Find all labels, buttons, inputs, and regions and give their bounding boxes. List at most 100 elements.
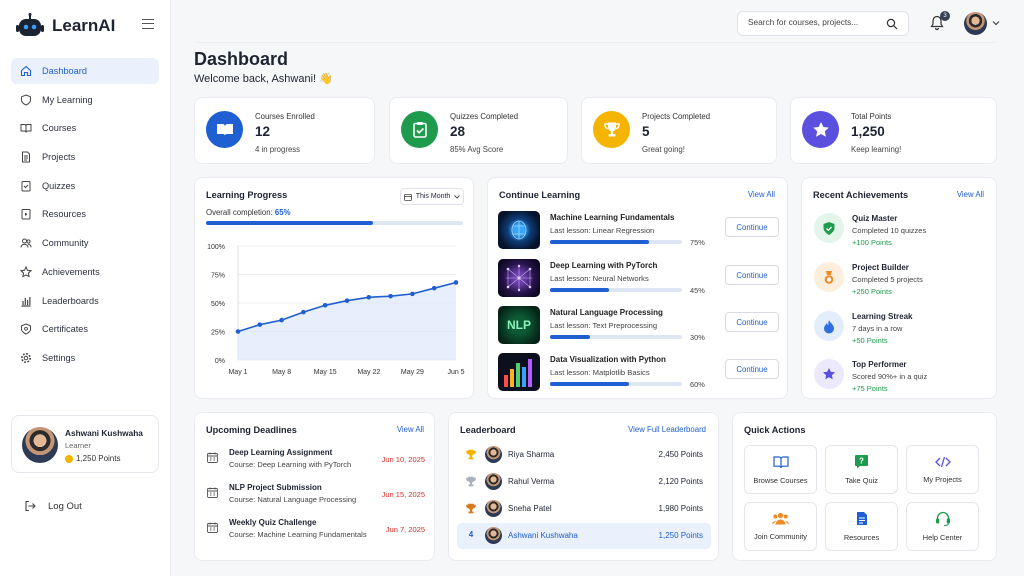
leaderboard-name: Rahul Verma [508,477,555,486]
quick-action-join-community[interactable]: Join Community [744,502,817,551]
achievement-title: Top Performer [852,360,907,369]
sidebar-item-my-learning[interactable]: My Learning [11,87,159,113]
sidebar-item-leaderboards[interactable]: Leaderboards [11,288,159,314]
header-divider [196,42,996,43]
star-icon [802,111,839,148]
achievement-desc: Scored 90%+ in a quiz [852,372,928,381]
search-icon[interactable] [886,18,898,30]
sidebar-item-projects[interactable]: Projects [11,144,159,170]
course-row[interactable]: Deep Learning with PyTorch Last lesson: … [498,259,779,297]
stat-card-points[interactable]: Total Points 1,250 Keep learning! [790,97,997,164]
logout-button[interactable]: Log Out [24,500,82,512]
sidebar-user-card[interactable]: Ashwani Kushwaha Learner 1,250 Points [11,415,159,473]
stat-card-quizzes[interactable]: Quizzes Completed 28 85% Avg Score [389,97,568,164]
chevron-down-icon[interactable] [992,20,1000,26]
chart-data-point [431,285,437,291]
quick-action-my-projects[interactable]: My Projects [906,445,979,494]
course-title: Machine Learning Fundamentals [550,213,675,222]
chart-data-point [453,280,459,285]
brand[interactable]: LearnAI [16,13,115,39]
quick-action-resources[interactable]: Resources [825,502,898,551]
coin-icon [65,454,73,463]
achievement-item[interactable]: Project Builder Completed 5 projects +25… [814,262,984,298]
deadline-course: Course: Deep Learning with PyTorch [229,460,352,469]
profile-avatar[interactable] [964,12,987,35]
course-progress-percent: 75% [690,238,705,247]
course-progress-fill [550,335,590,339]
robot-logo-icon [16,13,44,36]
leaderboard-row-current-user[interactable]: 4 Ashwani Kushwaha 1,250 Points [457,523,711,549]
sidebar-item-resources[interactable]: Resources [11,201,159,227]
sidebar-item-dashboard[interactable]: Dashboard [11,58,159,84]
course-lesson: Last lesson: Neural Networks [550,274,649,283]
sidebar-item-label: Projects [42,152,76,163]
chart-data-point [257,322,263,327]
achievement-desc: 7 days in a row [852,324,903,333]
view-all-link[interactable]: View All [957,190,984,199]
course-title: Deep Learning with PyTorch [550,261,658,270]
continue-button[interactable]: Continue [725,265,779,285]
book-icon [772,455,789,468]
achievement-item[interactable]: Quiz Master Completed 10 quizzes +100 Po… [814,213,984,249]
continue-button[interactable]: Continue [725,359,779,379]
stat-sub: Great going! [642,145,685,154]
sidebar-item-settings[interactable]: Settings [11,345,159,371]
course-progress-bar [550,288,682,292]
leaderboard-points: 1,980 Points [658,504,703,513]
sidebar-item-quizzes[interactable]: Quizzes [11,173,159,199]
leaderboard-row[interactable]: Riya Sharma 2,450 Points [457,442,711,468]
hamburger-menu-icon[interactable] [142,19,154,29]
x-tick-label: May 29 [401,369,424,376]
quick-action-take-quiz[interactable]: ? Take Quiz [825,445,898,494]
app-name: LearnAI [52,16,116,35]
deadline-item[interactable]: NLP Project Submission Course: Natural L… [205,483,425,513]
achievement-points: +50 Points [852,336,888,345]
search-input[interactable] [748,17,878,27]
achievement-item[interactable]: Top Performer Scored 90%+ in a quiz +75 … [814,359,984,395]
chart-data-point [235,329,241,334]
card-title: Leaderboard [460,425,516,435]
sidebar-item-achievements[interactable]: Achievements [11,259,159,285]
book-icon [206,111,243,148]
leaderboard-points: 2,120 Points [658,477,703,486]
leaderboard-row[interactable]: Rahul Verma 2,120 Points [457,469,711,495]
calendar-icon [207,522,218,533]
course-progress-percent: 30% [690,333,705,342]
achievement-desc: Completed 5 projects [852,275,923,284]
achievement-item[interactable]: Learning Streak 7 days in a row +50 Poin… [814,311,984,347]
sidebar-item-courses[interactable]: Courses [11,115,159,141]
certificate-icon [21,323,31,335]
quick-action-help-center[interactable]: Help Center [906,502,979,551]
continue-button[interactable]: Continue [725,312,779,332]
course-thumbnail: NLP [498,306,540,344]
course-row[interactable]: NLP Natural Language Processing Last les… [498,306,779,344]
shield-book-icon [21,94,31,106]
course-thumbnail [498,211,540,249]
document-icon [22,151,30,163]
stat-card-projects[interactable]: Projects Completed 5 Great going! [581,97,777,164]
achievements-card: Recent Achievements View All Quiz Master… [801,177,997,399]
view-all-link[interactable]: View All [748,190,775,199]
sidebar-item-label: Leaderboards [42,295,99,306]
sidebar-item-label: Achievements [42,266,100,277]
avatar [485,473,502,490]
view-all-link[interactable]: View All [397,425,424,434]
sidebar-item-certificates[interactable]: Certificates [11,316,159,342]
leaderboard-row[interactable]: Sneha Patel 1,980 Points [457,496,711,522]
quick-action-browse-courses[interactable]: Browse Courses [744,445,817,494]
achievement-points: +250 Points [852,287,892,296]
calendar-icon [207,487,218,498]
course-row[interactable]: Machine Learning Fundamentals Last lesso… [498,211,779,249]
course-row[interactable]: Data Visualization with Python Last less… [498,353,779,391]
search-box[interactable] [737,11,909,36]
silver-trophy-icon [466,476,476,487]
view-full-leaderboard-link[interactable]: View Full Leaderboard [628,425,706,434]
course-progress-fill [550,288,610,292]
deadline-item[interactable]: Weekly Quiz Challenge Course: Machine Le… [205,518,425,548]
continue-button[interactable]: Continue [725,217,779,237]
medal-icon [814,262,844,292]
home-icon [20,65,32,77]
sidebar-item-community[interactable]: Community [11,230,159,256]
deadline-item[interactable]: Deep Learning Assignment Course: Deep Le… [205,448,425,478]
stat-card-courses[interactable]: Courses Enrolled 12 4 in progress [194,97,375,164]
